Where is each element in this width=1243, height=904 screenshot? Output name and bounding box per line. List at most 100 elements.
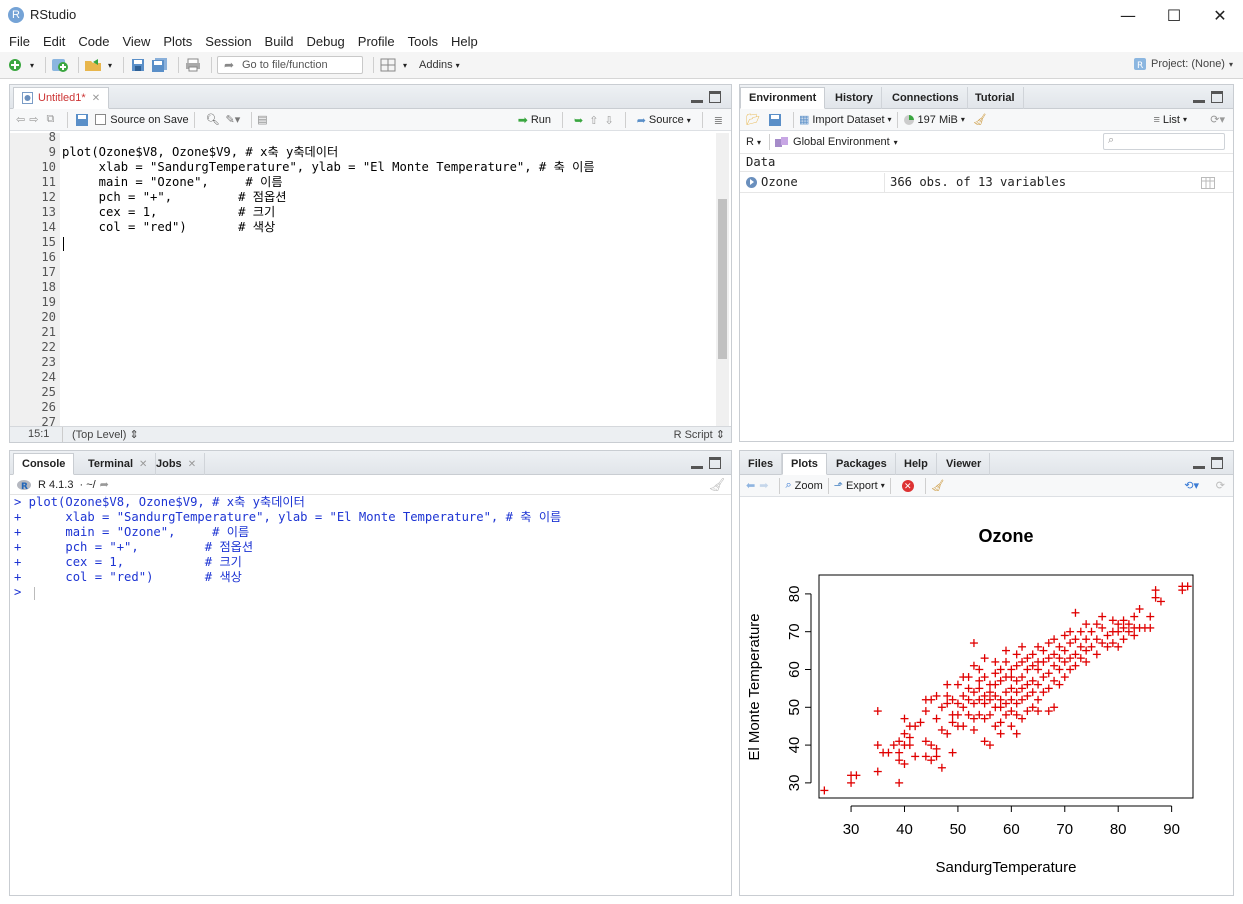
code-tools-wand-icon[interactable]: ✎▾ [226, 113, 241, 126]
tab-history[interactable]: History [827, 87, 882, 109]
menu-profile[interactable]: Profile [353, 34, 400, 49]
print-icon[interactable] [184, 56, 202, 74]
chevron-down-icon[interactable]: ▾ [401, 56, 409, 74]
chevron-down-icon[interactable]: ▾ [453, 56, 463, 74]
maximize-pane-icon[interactable] [1211, 91, 1223, 103]
compile-report-icon[interactable]: ▤ [257, 113, 267, 126]
menu-file[interactable]: File [4, 34, 35, 49]
goto-file-input[interactable]: ➦ Go to file/function [217, 56, 363, 74]
minimize-pane-icon[interactable] [691, 457, 703, 469]
remove-plot-icon[interactable]: ✕ [901, 479, 914, 492]
load-workspace-icon[interactable]: 📂︎ [746, 113, 760, 126]
next-plot-icon[interactable]: ➡ [759, 479, 768, 492]
source-button[interactable]: ➦ Source ▾ [637, 114, 691, 127]
tab-tutorial[interactable]: Tutorial [967, 87, 1024, 109]
go-to-directory-icon[interactable]: ➦ [100, 478, 109, 491]
document-outline-icon[interactable]: ≣ [714, 114, 723, 127]
list-view-button[interactable]: ≡ List ▾ [1153, 114, 1187, 126]
forward-arrow-icon[interactable]: ⇨ [29, 113, 38, 126]
go-up-icon[interactable]: ⇧ [589, 114, 598, 127]
maximize-pane-icon[interactable] [709, 91, 721, 103]
new-project-icon[interactable] [51, 56, 69, 74]
y-tick-label: 60 [786, 661, 803, 678]
tab-untitled1[interactable]: Untitled1* ✕ [13, 87, 110, 109]
console-output[interactable]: > plot(Ozone$V8, Ozone$V9, # x축 y축데이터 + … [10, 495, 731, 895]
tab-viewer[interactable]: Viewer [938, 453, 991, 475]
project-menu[interactable]: R Project: (None) ▾ [1133, 57, 1233, 71]
data-point [996, 703, 1005, 712]
workspace-panes-icon[interactable] [379, 56, 397, 74]
tab-terminal[interactable]: Terminal ✕ [80, 453, 157, 475]
search-icon[interactable]: 🔍︎ [206, 113, 220, 126]
menu-help[interactable]: Help [446, 34, 483, 49]
addins-menu[interactable]: Addins [419, 59, 453, 71]
clear-plots-broom-icon[interactable]: 🧹︎ [931, 479, 945, 492]
export-button[interactable]: ⬏ Export ▾ [834, 479, 885, 493]
working-directory[interactable]: · ~/ [79, 479, 95, 491]
save-workspace-icon[interactable] [766, 111, 784, 129]
menu-code[interactable]: Code [73, 34, 114, 49]
toolbar-divider [562, 112, 564, 128]
save-icon[interactable] [129, 56, 147, 74]
clear-broom-icon[interactable]: 🧹︎ [973, 113, 987, 126]
zoom-button[interactable]: ⌕ Zoom [785, 479, 822, 492]
code-editor-area[interactable]: plot(Ozone$V8, Ozone$V9, # x축 y축데이터 xlab… [10, 133, 715, 426]
save-icon[interactable] [73, 111, 91, 129]
environment-search-input[interactable]: ⌕ [1103, 133, 1225, 150]
close-button[interactable]: ✕ [1197, 0, 1243, 30]
open-file-icon[interactable] [84, 56, 102, 74]
minimize-pane-icon[interactable] [1193, 457, 1205, 469]
go-down-icon[interactable]: ⇩ [604, 114, 613, 127]
close-tab-icon[interactable]: ✕ [92, 93, 100, 104]
publish-icon[interactable]: ⟲▾ [1184, 479, 1199, 492]
language-selector[interactable]: R ▾ [746, 136, 761, 148]
console-prompt: > [14, 585, 29, 599]
previous-plot-icon[interactable]: ⬅ [746, 479, 755, 492]
environment-row[interactable]: Ozone 366 obs. of 13 variables [740, 173, 1233, 193]
run-button[interactable]: ➡ Run [518, 113, 551, 127]
tab-console[interactable]: Console [13, 453, 75, 475]
rerun-icon[interactable]: ➥ [574, 114, 583, 127]
clear-console-broom-icon[interactable]: 🧹︎ [708, 477, 725, 493]
maximize-pane-icon[interactable] [709, 457, 721, 469]
tab-connections[interactable]: Connections [884, 87, 968, 109]
menu-debug[interactable]: Debug [301, 34, 349, 49]
menu-session[interactable]: Session [200, 34, 256, 49]
source-on-save-checkbox[interactable] [95, 114, 107, 125]
minimize-pane-icon[interactable] [1193, 91, 1205, 103]
editor-scrollbar[interactable] [716, 133, 729, 426]
maximize-pane-icon[interactable] [1211, 457, 1223, 469]
expand-dataset-icon[interactable] [746, 177, 757, 188]
tab-jobs[interactable]: Jobs ✕ [148, 453, 206, 475]
tab-help[interactable]: Help [896, 453, 937, 475]
refresh-plot-icon[interactable]: ⟳ [1216, 479, 1225, 492]
minimize-button[interactable]: — [1105, 0, 1151, 30]
save-all-icon[interactable] [151, 56, 169, 74]
memory-usage-button[interactable]: 197 MiB ▾ [903, 114, 965, 126]
close-tab-icon[interactable]: ✕ [188, 459, 196, 470]
menu-tools[interactable]: Tools [403, 34, 443, 49]
chevron-down-icon[interactable]: ▾ [28, 56, 36, 74]
back-arrow-icon[interactable]: ⇦ [16, 113, 25, 126]
chevron-down-icon[interactable]: ▾ [106, 56, 114, 74]
show-in-window-icon[interactable]: ⧉ [46, 113, 54, 126]
view-table-icon[interactable] [1201, 177, 1215, 189]
file-type-indicator[interactable]: R Script ⇕ [674, 428, 725, 441]
environment-scope-dropdown[interactable]: Global Environment ▾ [775, 136, 898, 148]
close-tab-icon[interactable]: ✕ [139, 459, 147, 470]
tab-plots[interactable]: Plots [782, 453, 827, 475]
tab-environment[interactable]: Environment [740, 87, 826, 109]
import-dataset-button[interactable]: ▦ Import Dataset ▾ [799, 113, 892, 127]
tab-packages[interactable]: Packages [828, 453, 896, 475]
minimize-pane-icon[interactable] [691, 91, 703, 103]
maximize-button[interactable]: ☐ [1151, 0, 1197, 30]
refresh-icon[interactable]: ⟳▾ [1210, 113, 1225, 126]
menu-edit[interactable]: Edit [38, 34, 70, 49]
scope-indicator[interactable]: (Top Level) ⇕ [72, 428, 139, 441]
menu-plots[interactable]: Plots [158, 34, 197, 49]
menu-build[interactable]: Build [260, 34, 299, 49]
editor-scrollbar-thumb[interactable] [718, 199, 727, 359]
menu-view[interactable]: View [117, 34, 155, 49]
tab-files[interactable]: Files [740, 453, 783, 475]
new-file-icon[interactable] [6, 56, 24, 74]
